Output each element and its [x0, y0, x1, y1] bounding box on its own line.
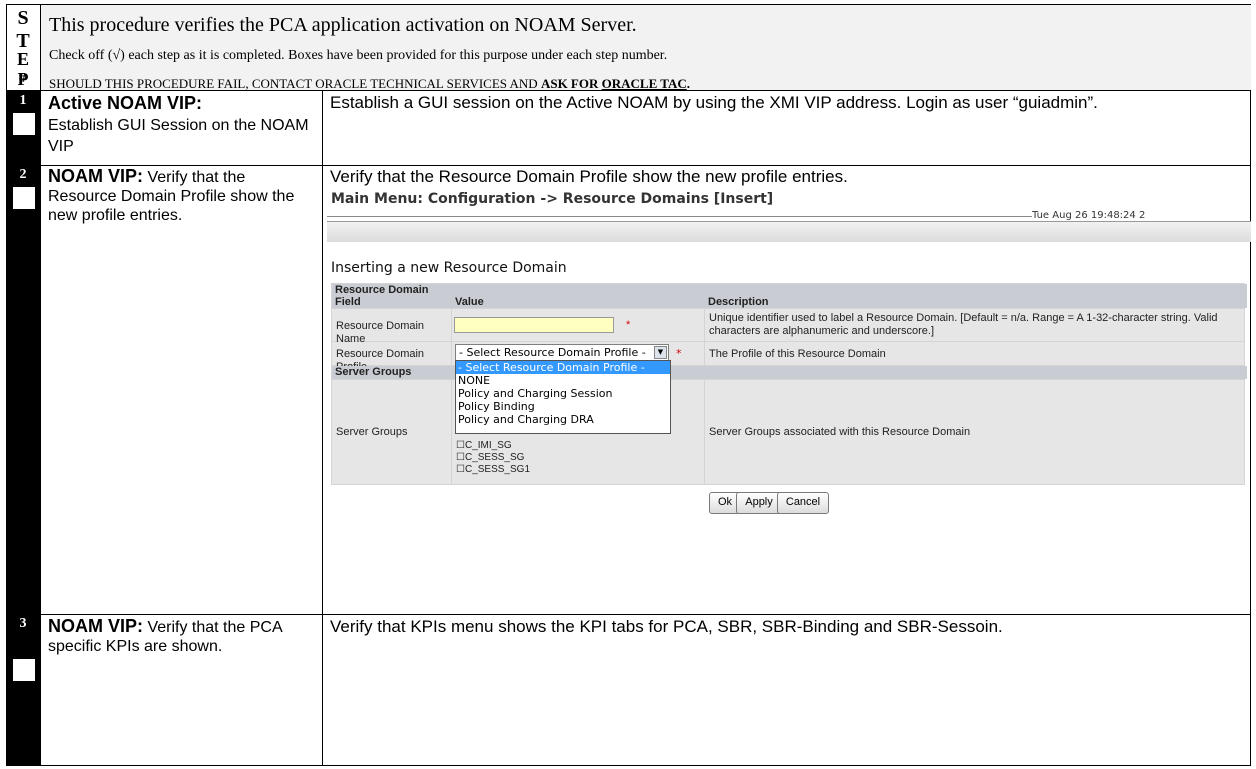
- dropdown-option[interactable]: Policy and Charging DRA: [456, 413, 670, 426]
- dropdown-option[interactable]: Policy and Charging Session: [456, 387, 670, 400]
- fail-bold: ASK FOR: [540, 76, 602, 91]
- step-2-description: Verify that the Resource Domain Profile …: [330, 167, 848, 186]
- step-3-checkbox[interactable]: [13, 659, 35, 681]
- fail-prefix: SHOULD THIS PROCEDURE FAIL, CONTACT ORAC…: [49, 76, 541, 91]
- toolbar-bar: [327, 222, 1251, 242]
- chevron-down-icon[interactable]: ▼: [654, 346, 667, 359]
- profile-dropdown-list: - Select Resource Domain Profile - NONE …: [455, 360, 671, 434]
- step-1-title-rest: Establish GUI Session on the NOAM VIP: [48, 117, 309, 155]
- step-3-title-bold: NOAM VIP:: [48, 616, 144, 636]
- required-mark: *: [626, 319, 631, 331]
- step-letter-s: S: [17, 7, 29, 29]
- step-1-title: Active NOAM VIP: Establish GUI Session o…: [48, 93, 316, 156]
- section-resource-domain: Resource Domain: [332, 284, 1247, 296]
- col-value: Value: [452, 296, 707, 308]
- server-group-item[interactable]: ☐C_SESS_SG1: [456, 464, 530, 475]
- menu-title: Main Menu: Configuration -> Resource Dom…: [331, 191, 774, 207]
- name-value-cell: *: [452, 309, 704, 341]
- dropdown-option[interactable]: Policy Binding: [456, 400, 670, 413]
- step-2-title-bold: NOAM VIP:: [48, 166, 144, 186]
- step-letter-e: E: [16, 49, 29, 69]
- server-group-item[interactable]: ☐C_IMI_SG: [456, 440, 512, 451]
- timestamp: Tue Aug 26 19:48:24 2: [1032, 210, 1146, 221]
- check-note: Check off (√) each step as it is complet…: [49, 48, 668, 63]
- col-field: Field: [332, 296, 454, 308]
- step-3-description: Verify that KPIs menu shows the KPI tabs…: [330, 617, 1003, 636]
- procedure-table: S T E P This procedure verifies the PCA …: [6, 4, 1251, 766]
- profile-label: Resource Domain Profile: [332, 342, 451, 373]
- cancel-button[interactable]: Cancel: [777, 492, 829, 514]
- fail-end: .: [686, 76, 690, 91]
- step-letter-hash: #: [19, 71, 26, 86]
- step-3-title: NOAM VIP: Verify that the PCA specific K…: [48, 617, 316, 656]
- step-1-title-bold: Active NOAM VIP:: [48, 93, 203, 113]
- name-label: Resource Domain Name: [332, 309, 451, 345]
- fail-instruction: SHOULD THIS PROCEDURE FAIL, CONTACT ORAC…: [49, 76, 1239, 92]
- step-1-checkbox[interactable]: [13, 113, 35, 135]
- procedure-intro: This procedure verifies the PCA applicat…: [49, 14, 637, 36]
- page-heading: Inserting a new Resource Domain: [331, 260, 567, 276]
- step-2-checkbox[interactable]: [13, 187, 35, 209]
- apply-button[interactable]: Apply: [736, 492, 782, 514]
- resource-domain-name-input[interactable]: [454, 317, 614, 333]
- step-number-3: 3: [19, 616, 27, 631]
- server-groups-description: Server Groups associated with this Resou…: [705, 380, 1244, 484]
- name-description: Unique identifier used to label a Resour…: [705, 309, 1244, 341]
- dropdown-option[interactable]: - Select Resource Domain Profile -: [456, 361, 670, 374]
- step-number-1: 1: [19, 93, 27, 108]
- server-group-item[interactable]: ☐C_SESS_SG: [456, 452, 524, 463]
- profile-description: The Profile of this Resource Domain: [705, 342, 1244, 365]
- profile-select-value: - Select Resource Domain Profile -: [459, 346, 646, 359]
- gui-screenshot: Main Menu: Configuration -> Resource Dom…: [327, 191, 1251, 611]
- profile-select[interactable]: - Select Resource Domain Profile - ▼: [455, 344, 669, 361]
- step-1-description: Establish a GUI session on the Active NO…: [330, 93, 1098, 112]
- dropdown-option[interactable]: NONE: [456, 374, 670, 387]
- resource-domain-form: Resource Domain Field Value Description …: [331, 283, 1247, 485]
- step-number-2: 2: [19, 167, 27, 182]
- server-groups-label: Server Groups: [332, 380, 451, 484]
- col-description: Description: [705, 296, 1247, 308]
- oracle-tac-text: ORACLE TAC: [601, 76, 687, 91]
- step-2-title: NOAM VIP: Verify that the Resource Domai…: [48, 167, 316, 225]
- required-mark: *: [676, 347, 682, 360]
